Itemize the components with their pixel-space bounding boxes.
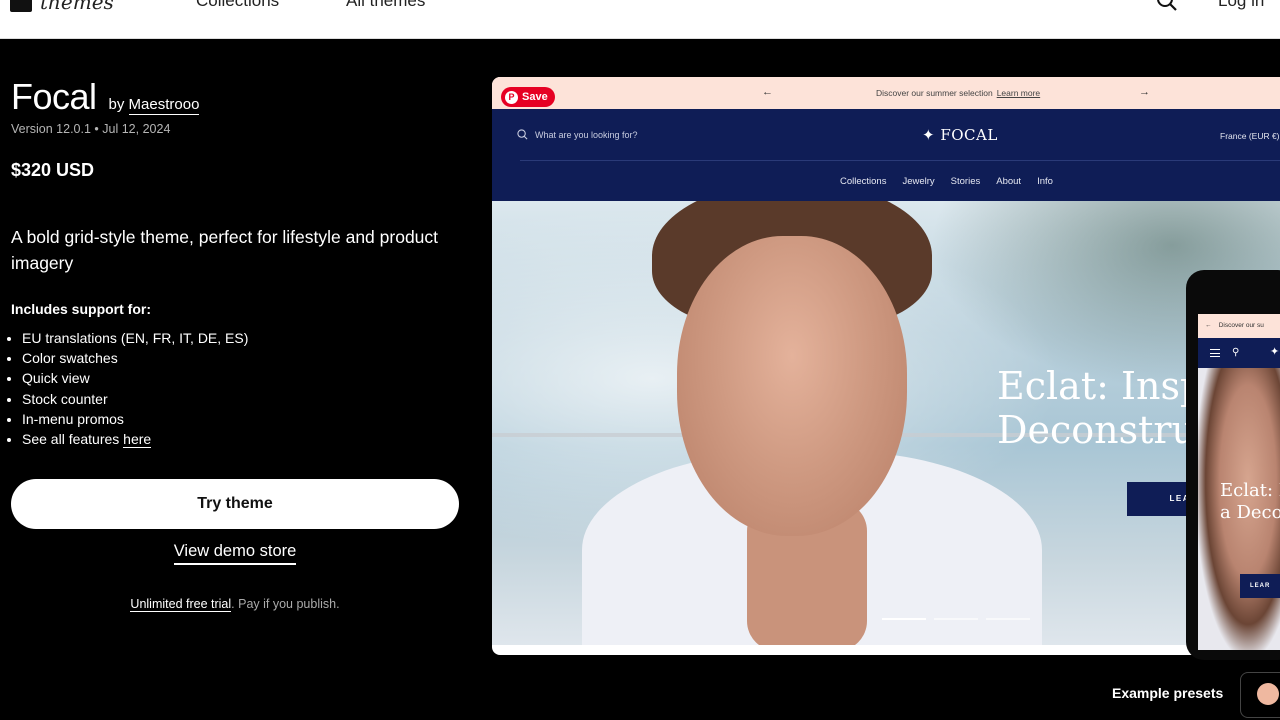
see-all-prefix: See all features [22, 431, 124, 448]
store-nav-jewelry[interactable]: Jewelry [902, 176, 934, 187]
trial-note: Unlimited free trial. Pay if you publish… [0, 597, 470, 612]
shopify-themes-logo[interactable]: themes [10, 0, 114, 14]
arrow-right-icon[interactable]: → [1139, 86, 1150, 98]
view-demo-store-link[interactable]: View demo store [173, 542, 297, 565]
mobile-announcement: ← Discover our su [1198, 314, 1280, 338]
search-icon [517, 129, 528, 140]
theme-title-row: Focal by Maestrooo [11, 76, 200, 118]
feature-item: EU translations (EN, FR, IT, DE, ES) [22, 328, 248, 348]
store-search-placeholder: What are you looking for? [535, 129, 638, 140]
store-nav-stories[interactable]: Stories [951, 176, 981, 187]
arrow-left-icon[interactable]: ← [762, 86, 773, 98]
announcement-learn-more[interactable]: Learn more [997, 88, 1040, 98]
hero-title: Eclat: Insp Deconstru [997, 364, 1204, 452]
feature-item: In-menu promos [22, 409, 248, 429]
example-presets-label: Example presets [1112, 685, 1224, 701]
shopping-bag-icon [10, 0, 32, 12]
slide-indicator[interactable] [986, 618, 1030, 620]
theme-tagline: A bold grid-style theme, perfect for lif… [11, 227, 439, 273]
nav-all-themes[interactable]: All themes [346, 0, 425, 11]
mobile-header: ⚲ ✦ [1198, 338, 1280, 368]
by-prefix: by [108, 96, 125, 113]
theme-meta: Version 12.0.1 • Jul 12, 2024 [11, 122, 170, 136]
slide-indicator[interactable] [934, 618, 978, 620]
trial-suffix: . Pay if you publish. [231, 597, 340, 611]
author-link[interactable]: Maestrooo [128, 96, 200, 115]
login-link[interactable]: Log in [1218, 0, 1264, 11]
logo-text: themes [40, 0, 114, 14]
store-nav-about[interactable]: About [996, 176, 1021, 187]
store-search[interactable]: What are you looking for? [517, 129, 638, 140]
feature-item: Stock counter [22, 389, 248, 409]
mobile-hero-title: Eclat: I a Deco [1220, 480, 1280, 524]
hero-title-line: Deconstru [997, 408, 1196, 452]
try-theme-button[interactable]: Try theme [11, 479, 459, 529]
announcement-bar: P Save ← Discover our summer selection Le… [492, 77, 1280, 109]
search-icon[interactable] [1156, 0, 1178, 12]
header-divider [520, 160, 1280, 161]
feature-list: EU translations (EN, FR, IT, DE, ES) Col… [22, 328, 248, 449]
theme-author: by Maestrooo [108, 96, 200, 115]
mobile-logo[interactable]: ✦ [1270, 345, 1279, 358]
demo-link-wrap: View demo store [0, 542, 470, 565]
theme-version: Version 12.0.1 [11, 122, 91, 136]
hero-banner: Eclat: Insp Deconstru LEARN M [492, 201, 1280, 645]
pinterest-save-button[interactable]: P Save [501, 87, 555, 107]
store-nav: Collections Jewelry Stories About Info [840, 176, 1069, 187]
see-all-features-link[interactable]: here [123, 431, 152, 449]
menu-icon[interactable] [1210, 349, 1220, 357]
mobile-hero-title-line: a Deco [1220, 502, 1280, 523]
store-nav-info[interactable]: Info [1037, 176, 1053, 187]
country-selector[interactable]: France (EUR €) [1220, 131, 1280, 141]
pinterest-save-label: Save [522, 91, 548, 103]
store-header: What are you looking for? ✦ FOCAL France… [492, 109, 1280, 201]
store-nav-collections[interactable]: Collections [840, 176, 886, 187]
mobile-screen: ← Discover our su ⚲ ✦ Eclat: I a Deco LE… [1198, 314, 1280, 650]
store-logo[interactable]: ✦ FOCAL [922, 126, 998, 144]
preset-option[interactable] [1240, 672, 1280, 718]
hero-model-face [677, 236, 907, 536]
top-navigation: themes Collections All themes Log in [0, 0, 1280, 39]
feature-item-see-all: See all features here [22, 429, 248, 449]
announcement-message: Discover our summer selection [876, 88, 993, 98]
hero-title-line: Eclat: Insp [997, 364, 1205, 408]
theme-price: $320 USD [11, 160, 95, 180]
slide-indicators [882, 618, 1030, 620]
feature-item: Color swatches [22, 348, 248, 368]
mobile-hero-title-line: Eclat: I [1220, 480, 1280, 501]
nav-collections[interactable]: Collections [196, 0, 279, 11]
meta-separator: • [94, 122, 99, 136]
mobile-preview: ← Discover our su ⚲ ✦ Eclat: I a Deco LE… [1186, 270, 1280, 660]
theme-name: Focal [11, 76, 97, 117]
mobile-announcement-text: Discover our su [1218, 322, 1264, 329]
pinterest-icon: P [505, 90, 518, 104]
feature-item: Quick view [22, 368, 248, 388]
announcement-text: Discover our summer selection Learn more [876, 88, 1040, 98]
mobile-hero-button[interactable]: LEAR [1240, 574, 1280, 598]
preset-color-swatch [1257, 683, 1279, 705]
search-icon[interactable]: ⚲ [1232, 347, 1239, 358]
desktop-preview: P Save ← Discover our summer selection Le… [492, 77, 1280, 655]
theme-date: Jul 12, 2024 [102, 122, 171, 136]
slide-indicator[interactable] [882, 618, 926, 620]
support-heading: Includes support for: [11, 301, 151, 317]
free-trial-link[interactable]: Unlimited free trial [130, 597, 232, 612]
